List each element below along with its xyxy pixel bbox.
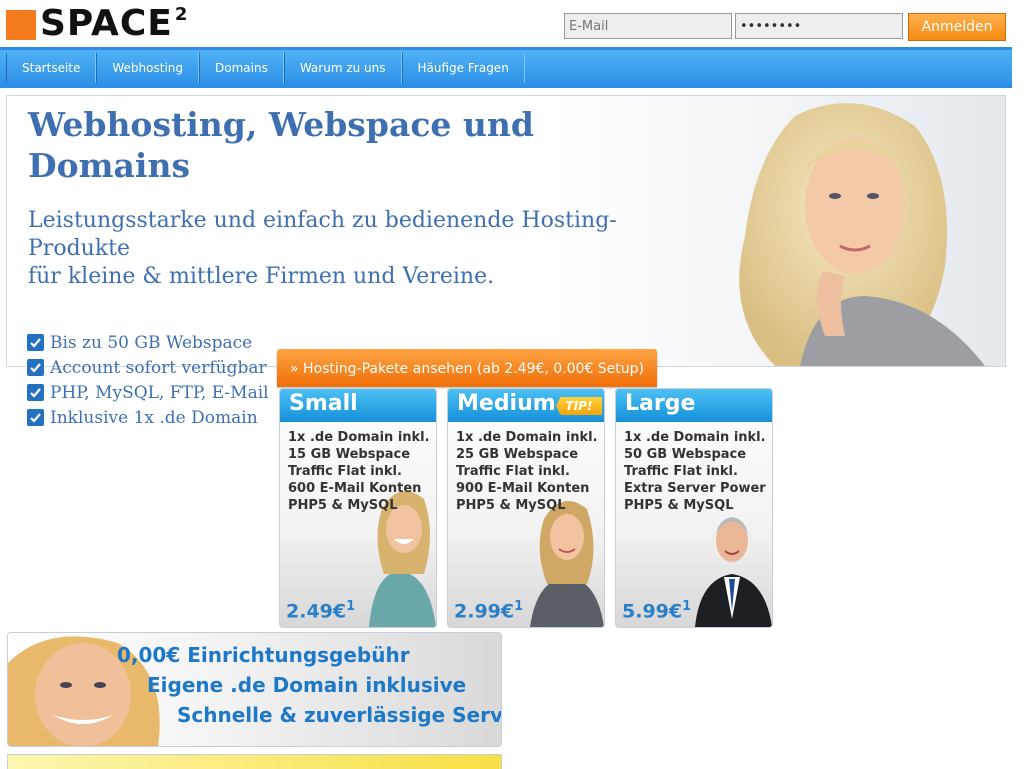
logo-square-icon bbox=[6, 10, 36, 40]
package-card-small[interactable]: Small 1x .de Domain inkl. 15 GB Webspace… bbox=[279, 388, 437, 628]
package-feature: PHP5 & MySQL bbox=[288, 498, 398, 513]
tip-badge: TIP! bbox=[556, 397, 602, 415]
nav-item-startseite[interactable]: Startseite bbox=[6, 53, 97, 83]
hero-title: Webhosting, Webspace und Domains bbox=[28, 105, 534, 185]
package-feature: Traffic Flat inkl. bbox=[456, 464, 570, 479]
login-form: Anmelden bbox=[564, 13, 1006, 41]
nav-item-webhosting[interactable]: Webhosting bbox=[96, 53, 199, 83]
checkbox-icon bbox=[27, 359, 44, 376]
logo-text: SPACE bbox=[40, 3, 173, 44]
password-input[interactable] bbox=[735, 13, 903, 39]
feature-item: PHP, MySQL, FTP, E-Mail bbox=[27, 380, 269, 405]
logo[interactable]: SPACE 2 bbox=[6, 6, 187, 42]
hero-subtitle-line2: für kleine & mittlere Firmen und Vereine… bbox=[28, 264, 495, 289]
package-feature: 600 E-Mail Konten bbox=[288, 481, 422, 496]
package-price: 2.49€1 bbox=[286, 599, 355, 622]
package-features: 1x .de Domain inkl. 50 GB Webspace Traff… bbox=[616, 424, 772, 514]
feature-label: PHP, MySQL, FTP, E-Mail bbox=[50, 382, 269, 403]
benefit-setup-fee: 0,00€ Einrichtungsgebühr bbox=[117, 643, 410, 667]
package-feature: 50 GB Webspace bbox=[624, 447, 747, 462]
feature-label: Inklusive 1x .de Domain bbox=[50, 407, 258, 428]
package-head: Medium TIP! bbox=[448, 389, 604, 424]
price-footnote: 1 bbox=[346, 598, 356, 614]
feature-list: Bis zu 50 GB Webspace Account sofort ver… bbox=[27, 330, 269, 430]
package-price: 2.99€1 bbox=[454, 599, 523, 622]
nav-item-warum-zu-uns[interactable]: Warum zu uns bbox=[283, 53, 402, 83]
package-feature: 15 GB Webspace bbox=[288, 447, 411, 462]
hero-subtitle: Leistungsstarke und einfach zu bedienend… bbox=[28, 207, 708, 291]
feature-label: Bis zu 50 GB Webspace bbox=[50, 332, 253, 353]
nav-item-domains[interactable]: Domains bbox=[199, 53, 284, 83]
package-price-value: 2.99€ bbox=[454, 600, 515, 622]
price-footnote: 1 bbox=[514, 598, 524, 614]
email-input[interactable] bbox=[564, 13, 732, 39]
package-feature: 1x .de Domain inkl. bbox=[456, 430, 598, 445]
package-feature: Extra Server Power bbox=[624, 481, 766, 496]
package-feature: Traffic Flat inkl. bbox=[624, 464, 738, 479]
feature-item: Bis zu 50 GB Webspace bbox=[27, 330, 269, 355]
package-name: Large bbox=[616, 389, 772, 424]
package-card-large[interactable]: Large 1x .de Domain inkl. 50 GB Webspace… bbox=[615, 388, 773, 628]
logo-superscript: 2 bbox=[174, 4, 188, 25]
hero-banner: Webhosting, Webspace und Domains Leistun… bbox=[6, 95, 1006, 367]
price-footnote: 1 bbox=[682, 598, 692, 614]
package-price-value: 5.99€ bbox=[622, 600, 683, 622]
benefit-domain: Eigene .de Domain inklusive bbox=[147, 673, 467, 697]
feature-item: Account sofort verfügbar bbox=[27, 355, 269, 380]
feature-label: Account sofort verfügbar bbox=[50, 357, 267, 378]
package-feature: Traffic Flat inkl. bbox=[288, 464, 402, 479]
secondary-banner[interactable] bbox=[7, 754, 502, 769]
hero-subtitle-line1: Leistungsstarke und einfach zu bedienend… bbox=[28, 208, 617, 261]
package-price: 5.99€1 bbox=[622, 599, 691, 622]
package-name: Medium bbox=[457, 391, 556, 416]
view-packages-button[interactable]: » Hosting-Pakete ansehen (ab 2.49€, 0.00… bbox=[277, 349, 657, 387]
package-name: Small bbox=[280, 389, 436, 424]
login-button[interactable]: Anmelden bbox=[908, 13, 1006, 41]
checkbox-icon bbox=[27, 384, 44, 401]
package-features: 1x .de Domain inkl. 25 GB Webspace Traff… bbox=[448, 424, 604, 514]
hero-woman-image bbox=[705, 96, 1005, 366]
package-feature: PHP5 & MySQL bbox=[624, 498, 734, 513]
package-feature: 1x .de Domain inkl. bbox=[288, 430, 430, 445]
benefits-banner[interactable]: 0,00€ Einrichtungsgebühr Eigene .de Doma… bbox=[7, 632, 502, 747]
nav-item-haeufige-fragen[interactable]: Häufige Fragen bbox=[401, 53, 525, 83]
benefit-server: Schnelle & zuverlässige Server bbox=[177, 703, 502, 727]
package-price-value: 2.49€ bbox=[286, 600, 347, 622]
checkbox-icon bbox=[27, 409, 44, 426]
package-feature: PHP5 & MySQL bbox=[456, 498, 566, 513]
main-nav: Startseite Webhosting Domains Warum zu u… bbox=[0, 50, 1012, 88]
package-card-medium[interactable]: Medium TIP! 1x .de Domain inkl. 25 GB We… bbox=[447, 388, 605, 628]
package-feature: 25 GB Webspace bbox=[456, 447, 579, 462]
package-feature: 900 E-Mail Konten bbox=[456, 481, 590, 496]
checkbox-icon bbox=[27, 334, 44, 351]
package-features: 1x .de Domain inkl. 15 GB Webspace Traff… bbox=[280, 424, 436, 514]
feature-item: Inklusive 1x .de Domain bbox=[27, 405, 269, 430]
package-feature: 1x .de Domain inkl. bbox=[624, 430, 766, 445]
